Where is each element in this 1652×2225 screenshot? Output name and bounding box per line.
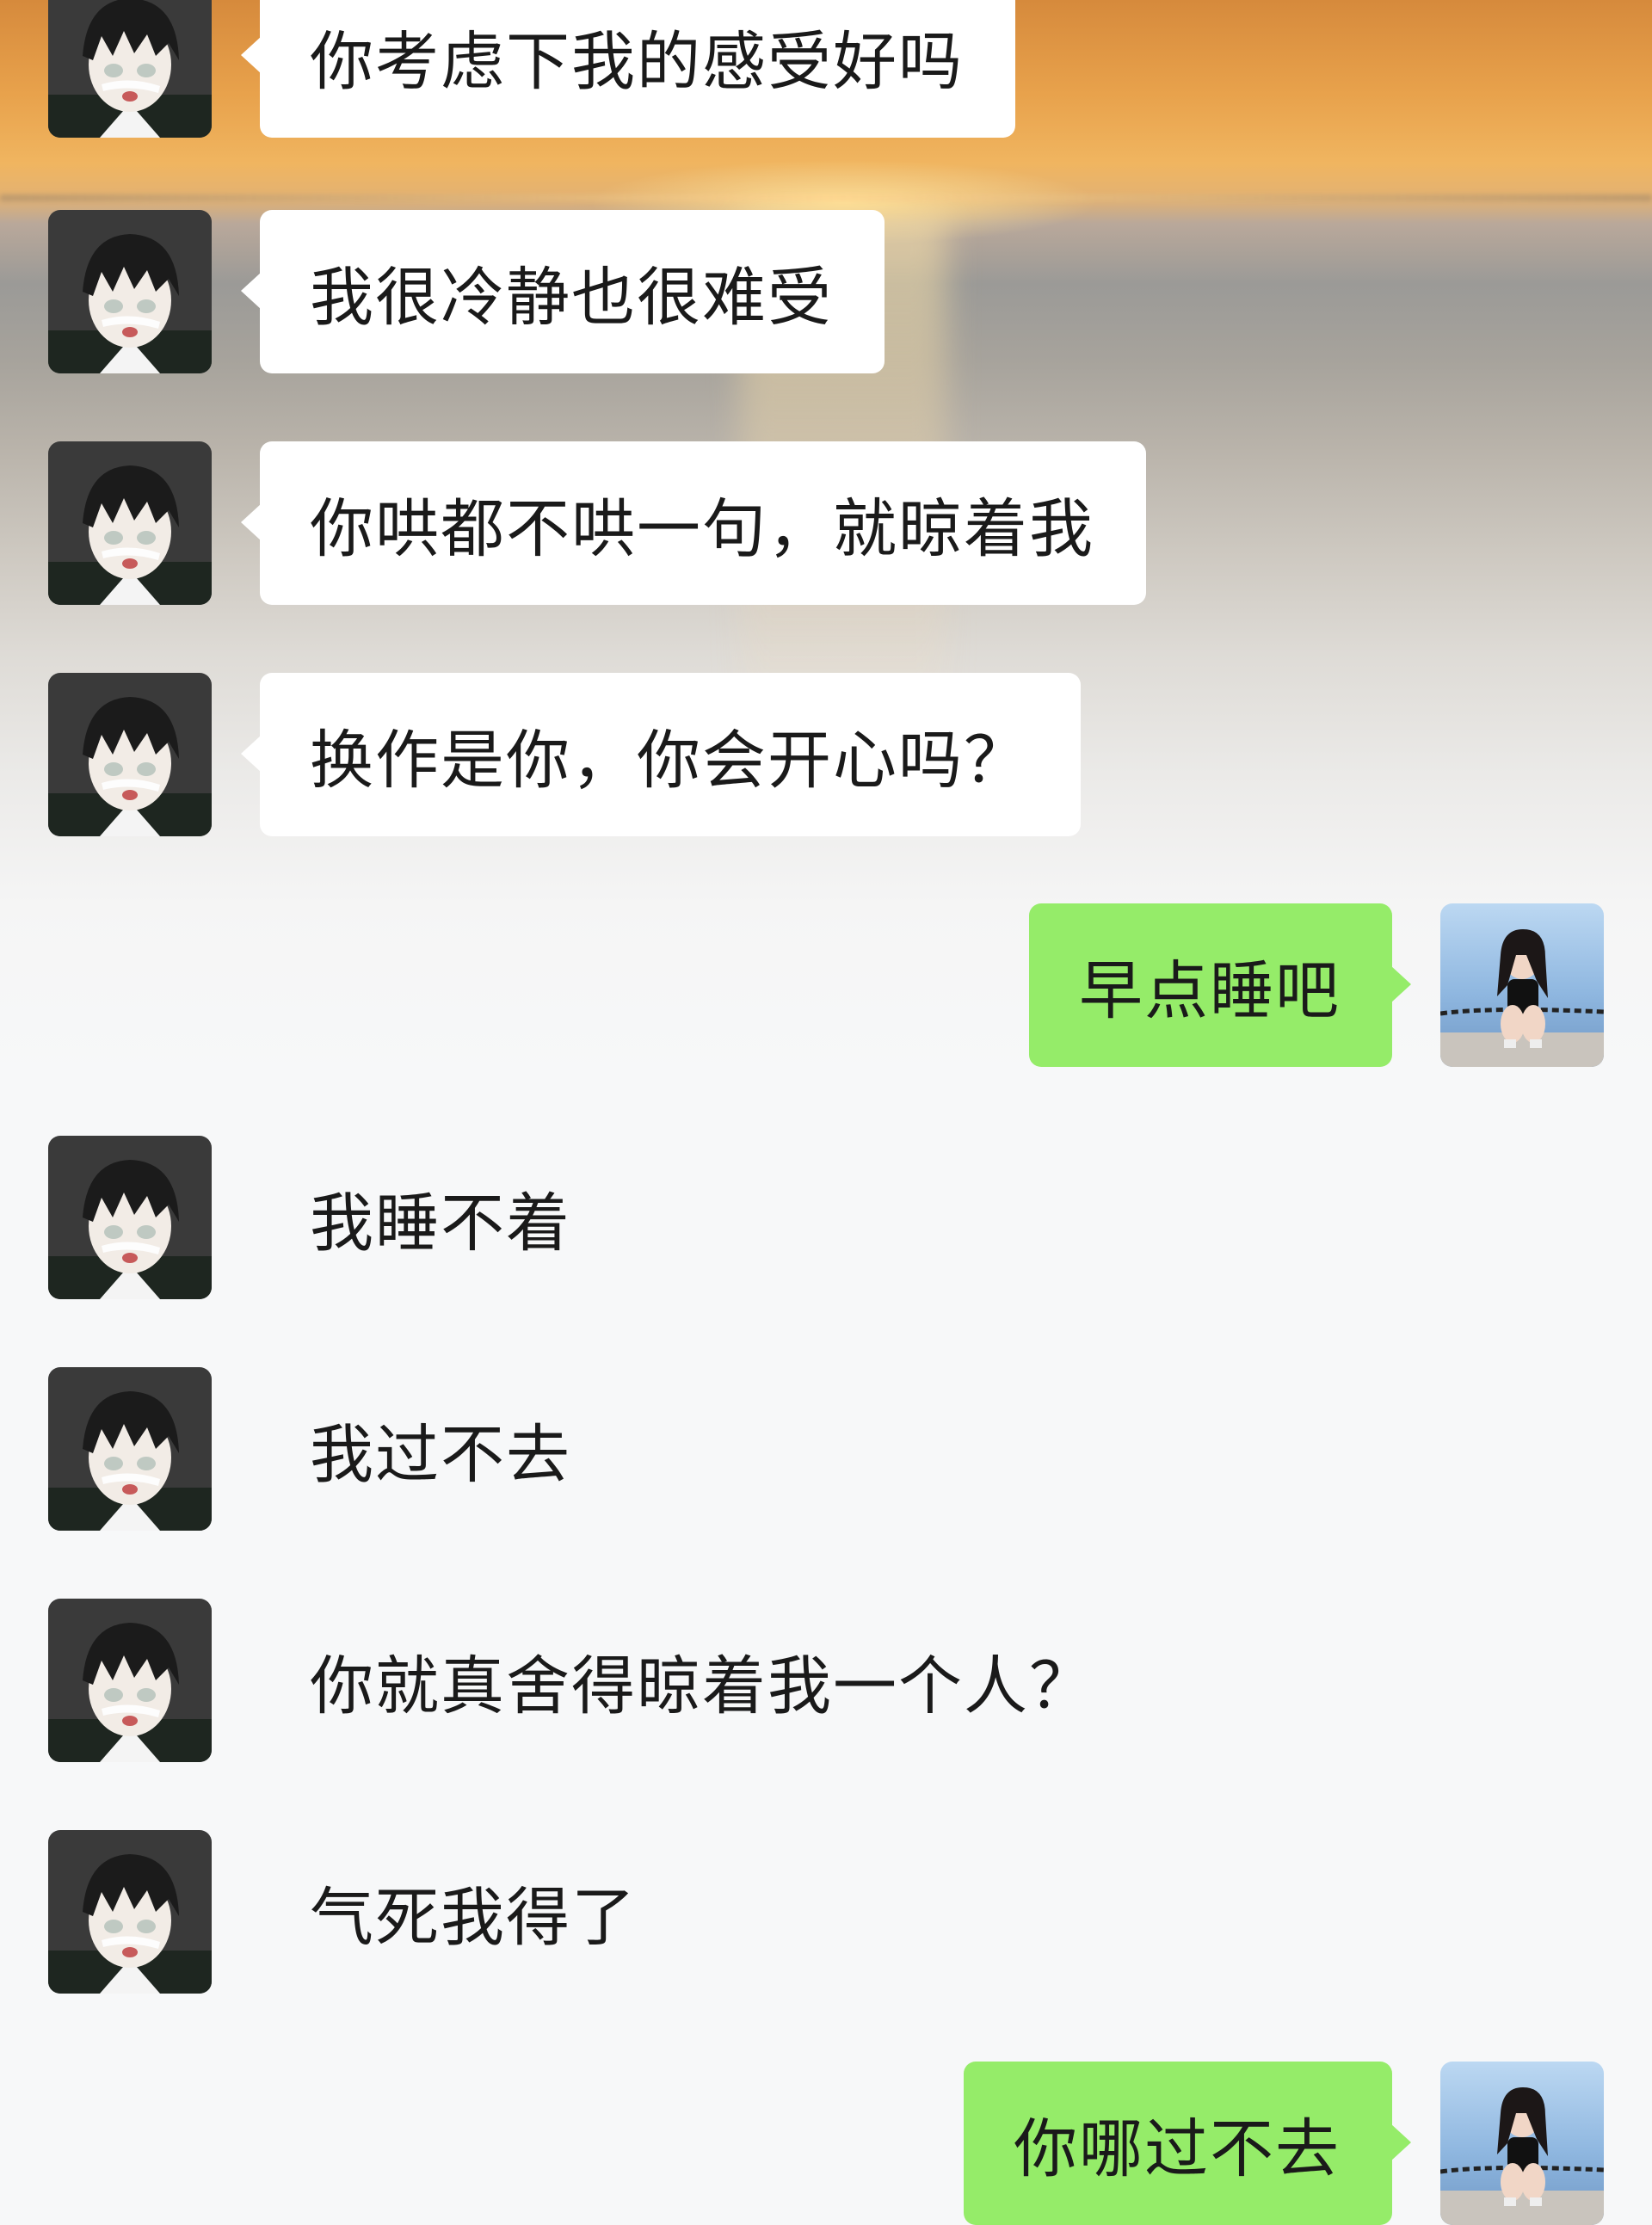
- girl-photo-avatar-icon[interactable]: [1440, 903, 1604, 1067]
- message-bubble-outgoing[interactable]: 早点睡吧: [1029, 903, 1411, 1067]
- message-bubble-incoming[interactable]: 你就真舍得晾着我一个人？: [310, 1599, 1094, 1762]
- anime-boy-avatar-icon[interactable]: [48, 0, 212, 138]
- anime-boy-avatar-icon[interactable]: [48, 441, 212, 605]
- message-text: 你哪过不去: [1014, 2111, 1341, 2186]
- message-bubble-incoming[interactable]: 气死我得了: [310, 1830, 637, 1994]
- anime-boy-avatar-icon[interactable]: [48, 1136, 212, 1299]
- background-horizon: [0, 194, 1652, 201]
- message-text: 我睡不着: [310, 1186, 571, 1260]
- anime-boy-avatar-icon[interactable]: [48, 1830, 212, 1994]
- message-text: 早点睡吧: [1079, 953, 1341, 1028]
- message-bubble-incoming[interactable]: 换作是你，你会开心吗？: [241, 673, 1081, 836]
- message-bubble-outgoing[interactable]: 你哪过不去: [964, 2062, 1411, 2225]
- message-text: 你哄都不哄一句，就晾着我: [310, 491, 1094, 566]
- message-text: 我过不去: [310, 1417, 571, 1492]
- message-text: 你考虑下我的感受好吗: [310, 24, 964, 99]
- message-text: 我很冷静也很难受: [310, 260, 833, 335]
- anime-boy-avatar-icon[interactable]: [48, 210, 212, 373]
- anime-boy-avatar-icon[interactable]: [48, 1367, 212, 1531]
- message-bubble-incoming[interactable]: 你哄都不哄一句，就晾着我: [241, 441, 1146, 605]
- girl-photo-avatar-icon[interactable]: [1440, 2062, 1604, 2225]
- message-bubble-incoming[interactable]: 你考虑下我的感受好吗: [241, 0, 1015, 138]
- anime-boy-avatar-icon[interactable]: [48, 1599, 212, 1762]
- message-bubble-incoming[interactable]: 我很冷静也很难受: [241, 210, 885, 373]
- message-text: 换作是你，你会开心吗？: [310, 723, 1029, 798]
- message-text: 你就真舍得晾着我一个人？: [310, 1649, 1094, 1723]
- message-bubble-incoming[interactable]: 我过不去: [310, 1367, 571, 1531]
- message-bubble-incoming[interactable]: 我睡不着: [310, 1136, 571, 1299]
- message-text: 气死我得了: [310, 1880, 637, 1955]
- anime-boy-avatar-icon[interactable]: [48, 673, 212, 836]
